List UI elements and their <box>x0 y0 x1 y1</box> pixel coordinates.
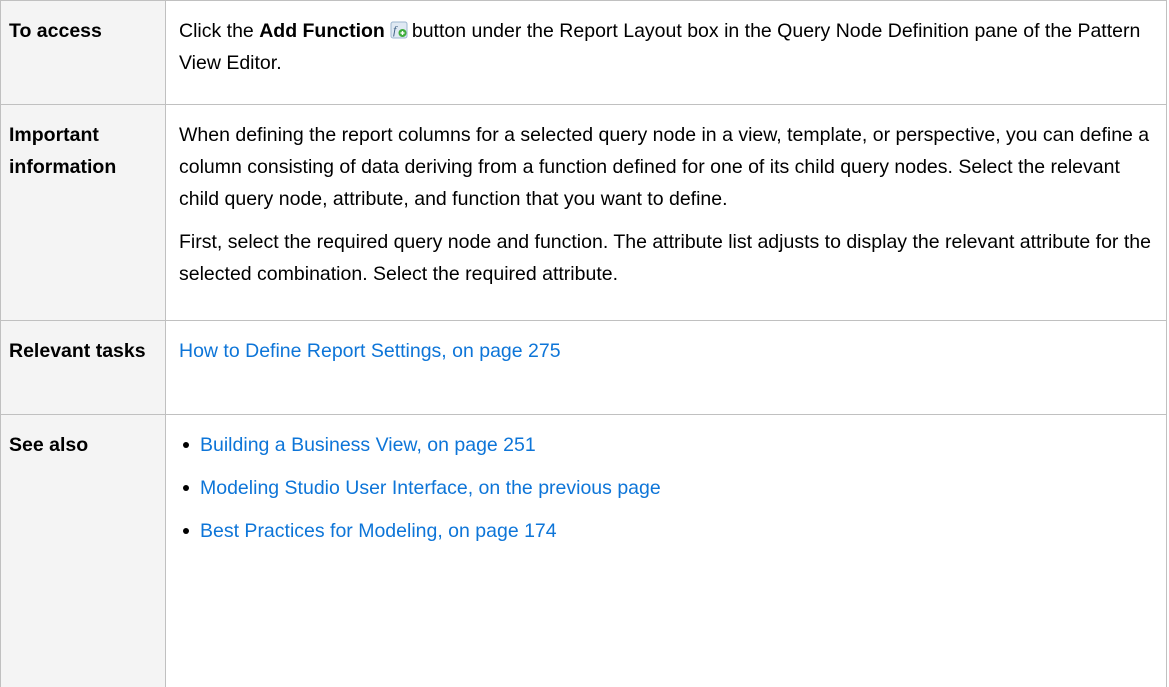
access-content: Click the Add Function f button under the … <box>165 0 1167 105</box>
bullet-icon <box>183 442 189 448</box>
row-important-information: Important information When defining the … <box>0 104 1167 321</box>
important-paragraph-2: First, select the required query node an… <box>179 231 1151 285</box>
info-table: To access Click the Add Function f button … <box>0 0 1167 687</box>
add-function-icon: f <box>390 17 408 39</box>
see-also-item: Building a Business View, on page 251 <box>179 429 1152 461</box>
see-also-list: Building a Business View, on page 251 Mo… <box>179 429 1152 547</box>
label-relevant-tasks: Relevant tasks <box>0 320 166 415</box>
see-also-item: Modeling Studio User Interface, on the p… <box>179 472 1152 504</box>
label-see-also: See also <box>0 414 166 687</box>
access-text-before: Click the <box>179 20 254 42</box>
row-to-access: To access Click the Add Function f button … <box>0 0 1167 105</box>
add-function-name: Add Function <box>259 20 385 42</box>
link-modeling-studio-ui[interactable]: Modeling Studio User Interface, on the p… <box>200 477 661 499</box>
access-paragraph: Click the Add Function f button under the … <box>179 15 1152 79</box>
link-define-report-settings[interactable]: How to Define Report Settings, on page 2… <box>179 340 561 362</box>
see-also-content: Building a Business View, on page 251 Mo… <box>165 414 1167 687</box>
link-best-practices-modeling[interactable]: Best Practices for Modeling, on page 174 <box>200 520 557 542</box>
label-to-access: To access <box>0 0 166 105</box>
important-content: When defining the report columns for a s… <box>165 104 1167 321</box>
important-paragraph-1: When defining the report columns for a s… <box>179 124 1150 210</box>
row-relevant-tasks: Relevant tasks How to Define Report Sett… <box>0 320 1167 415</box>
tasks-content: How to Define Report Settings, on page 2… <box>165 320 1167 415</box>
row-see-also: See also Building a Business View, on pa… <box>0 414 1167 687</box>
bullet-icon <box>183 528 189 534</box>
see-also-item: Best Practices for Modeling, on page 174 <box>179 515 1152 547</box>
bullet-icon <box>183 485 189 491</box>
label-important-information: Important information <box>0 104 166 321</box>
link-building-business-view[interactable]: Building a Business View, on page 251 <box>200 434 536 456</box>
